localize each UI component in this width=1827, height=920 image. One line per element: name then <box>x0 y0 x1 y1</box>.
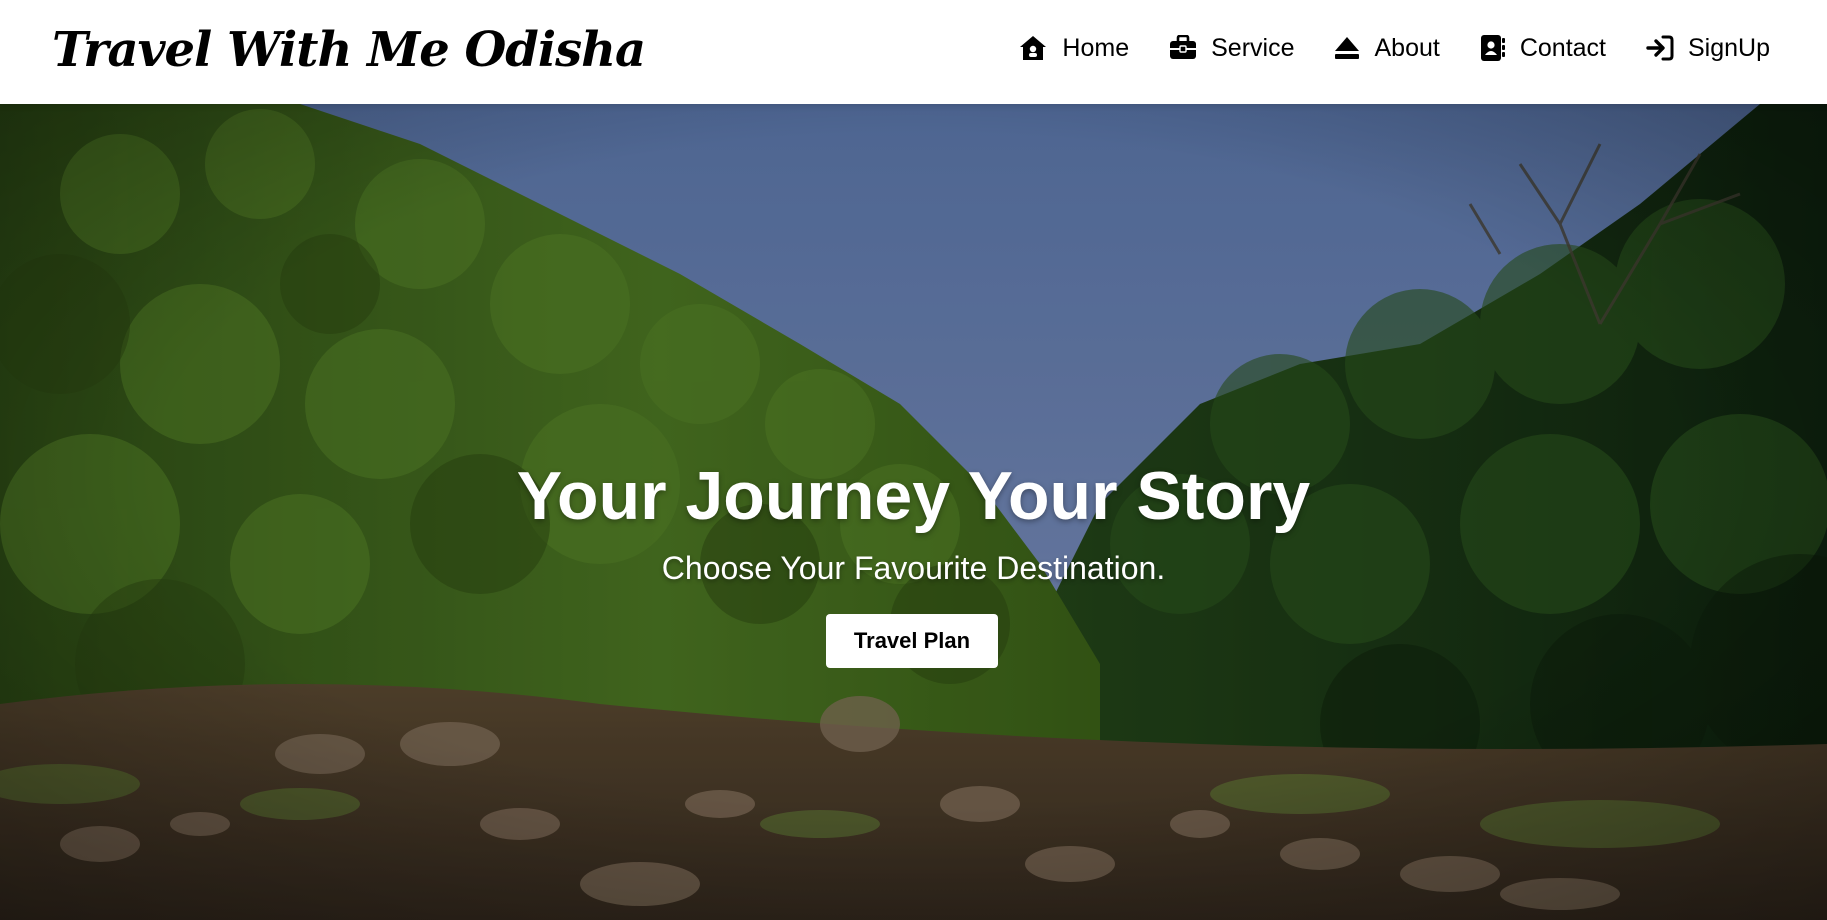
hero-subtitle: Choose Your Favourite Destination. <box>661 550 1166 586</box>
main-nav: Home Service About Contact SignUp <box>1018 28 1770 68</box>
nav-item-contact[interactable]: Contact <box>1480 28 1606 68</box>
hero-section: Your Journey Your Story Choose Your Favo… <box>0 104 1827 920</box>
nav-item-label: Home <box>1062 34 1130 62</box>
nav-item-label: Contact <box>1519 34 1606 62</box>
sign-in-icon <box>1646 35 1674 61</box>
eject-icon <box>1334 36 1360 60</box>
navbar: Travel With Me Odisha Home Service About… <box>0 0 1827 104</box>
nav-item-label: About <box>1374 34 1440 62</box>
hero-content: Your Journey Your Story Choose Your Favo… <box>0 104 1827 920</box>
nav-item-label: SignUp <box>1688 34 1770 62</box>
travel-plan-button[interactable]: Travel Plan <box>826 614 998 668</box>
nav-item-signup[interactable]: SignUp <box>1646 28 1770 68</box>
hero-title: Your Journey Your Story <box>516 458 1311 534</box>
nav-item-label: Service <box>1211 34 1295 62</box>
nav-item-home[interactable]: Home <box>1018 28 1129 68</box>
briefcase-icon <box>1169 35 1197 61</box>
nav-item-about[interactable]: About <box>1334 28 1440 68</box>
nav-item-service[interactable]: Service <box>1169 28 1294 68</box>
brand-logo[interactable]: Travel With Me Odisha <box>52 18 646 82</box>
home-icon <box>1018 34 1048 62</box>
address-book-icon <box>1480 34 1506 62</box>
